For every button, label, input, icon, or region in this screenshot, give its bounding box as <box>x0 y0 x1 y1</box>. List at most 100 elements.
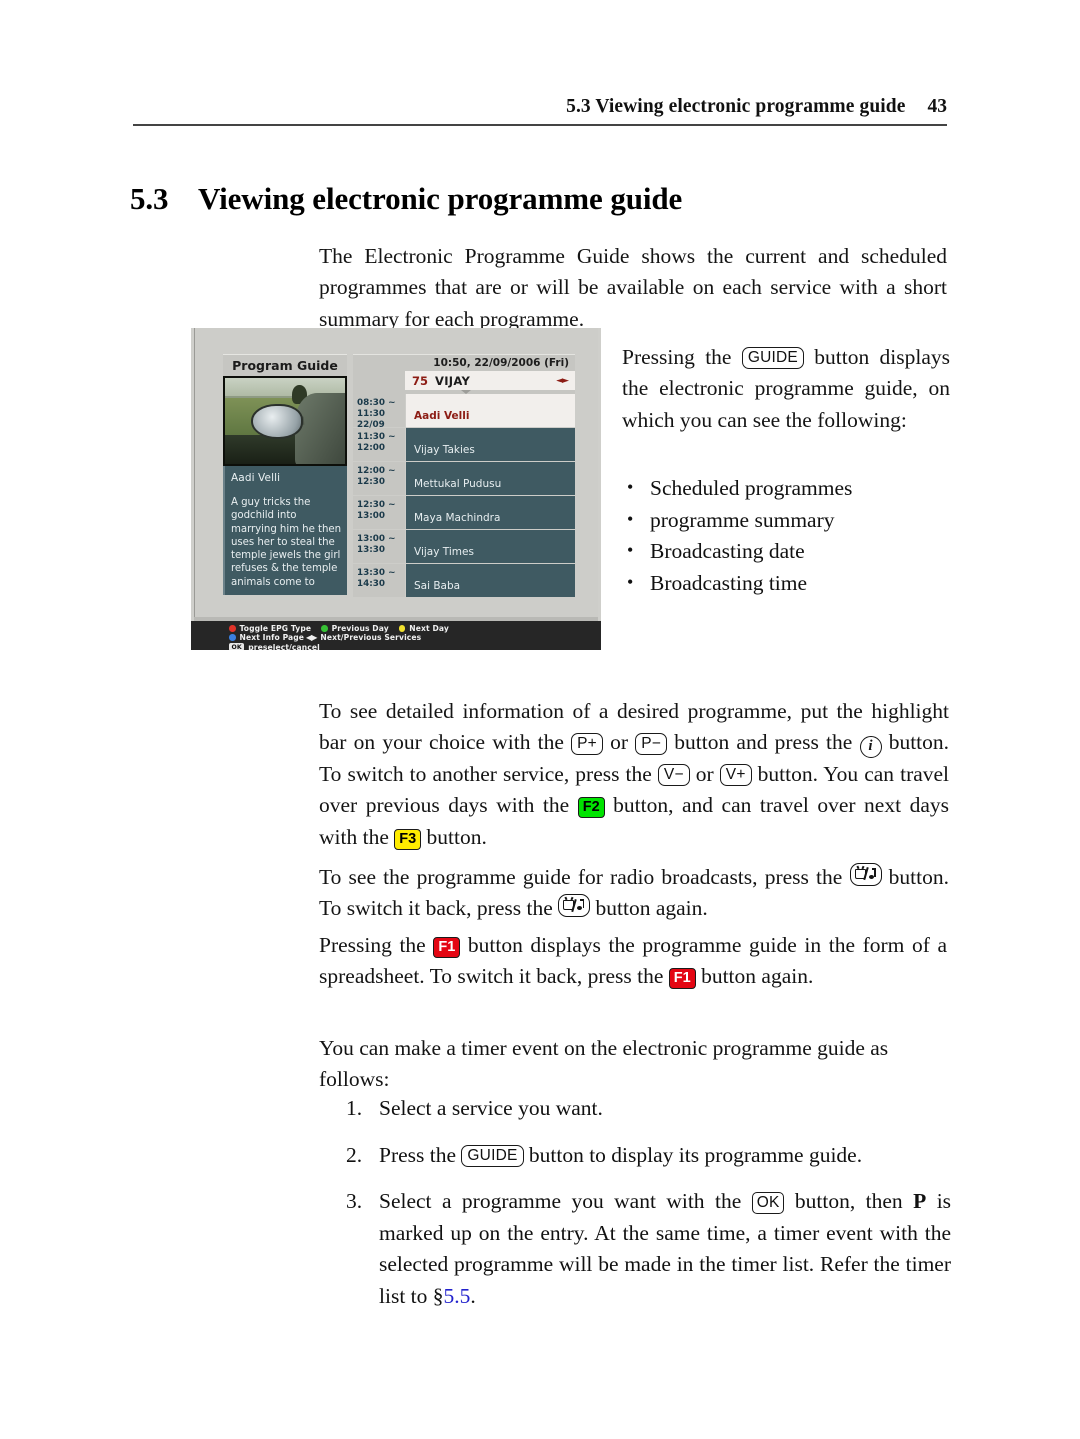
guide-key: GUIDE <box>741 347 804 369</box>
epg-row-time-range: 12:00 ~ 12:30 <box>357 466 396 487</box>
epg-row-time-range: 08:30 ~ 11:30 <box>357 398 396 419</box>
epg-row-time: 12:30 ~ 13:00 <box>353 496 406 529</box>
epg-row-title: Mettukal Pudusu <box>406 462 575 495</box>
help-toggle-epg-type: Toggle EPG Type <box>239 623 312 633</box>
page-number: 43 <box>927 96 948 117</box>
list-item: programme summary <box>622 504 952 537</box>
help-next-previous-services: Next/Previous Services <box>320 633 422 643</box>
feature-bullet-list: Scheduled programmes programme summary B… <box>622 472 952 599</box>
help-preselect-cancel: preselect/cancel <box>248 642 320 650</box>
table-row[interactable]: 08:30 ~ 11:30 22/09 (Fri) Aadi Velli <box>353 394 575 441</box>
red-dot-icon <box>229 625 236 632</box>
epg-help-bar: Toggle EPG Type Previous Day Next Day Ne… <box>191 621 601 650</box>
summary-description: A guy tricks the godchild into marrying … <box>231 497 341 588</box>
epg-channel-name: VIJAY <box>435 373 471 388</box>
f1-key: F1 <box>433 936 461 958</box>
info-icon: i <box>859 736 882 758</box>
table-row[interactable]: 12:00 ~ 12:30 Mettukal Pudusu <box>353 462 575 496</box>
timer-steps-list: 1. Select a service you want. 2. Press t… <box>346 1093 951 1312</box>
ok-key: OK <box>751 1191 785 1214</box>
table-row[interactable]: 13:30 ~ 14:30 Sai Baba <box>353 564 575 598</box>
guide-paragraph: Pressing the GUIDE button displays the e… <box>622 342 950 437</box>
epg-row-time: 13:30 ~ 14:30 <box>353 564 406 597</box>
tv-radio-toggle-icon <box>558 894 591 917</box>
thumbnail-car-body <box>294 393 345 464</box>
table-row[interactable]: 11:30 ~ 12:00 Vijay Takies <box>353 428 575 462</box>
radio-paragraph: To see the programme guide for radio bro… <box>319 862 949 925</box>
epg-programme-summary: Aadi Velli A guy tricks the godchild int… <box>223 466 347 596</box>
page-title: 5.3 Viewing electronic programme guide <box>130 181 960 217</box>
epg-row-time-range: 12:30 ~ 13:00 <box>357 500 396 521</box>
epg-row-title: Vijay Takies <box>406 428 575 461</box>
p-plus-key: P+ <box>571 732 603 755</box>
f3-key: F3 <box>394 828 422 850</box>
yellow-dot-icon <box>398 625 406 632</box>
help-next-day: Next Day <box>409 623 449 633</box>
v-plus-key: V+ <box>719 764 752 786</box>
timer-paragraph: You can make a timer event on the electr… <box>319 1035 889 1092</box>
list-item: 1. Select a service you want. <box>346 1093 951 1125</box>
epg-video-thumbnail <box>223 376 347 466</box>
epg-row-title: Vijay Times <box>406 530 575 563</box>
step-index: 1. <box>346 1096 363 1120</box>
f1-paragraph: Pressing the F1 button displays the prog… <box>319 930 947 993</box>
step-text-4: . <box>470 1283 476 1308</box>
step-index: 3. <box>346 1189 363 1213</box>
step-text-2: button to display its programme guide. <box>528 1142 863 1167</box>
list-item: 2. Press the GUIDE button to display its… <box>346 1140 951 1172</box>
epg-programme-list: 08:30 ~ 11:30 22/09 (Fri) Aadi Velli 11:… <box>353 394 575 598</box>
epg-selector-notch <box>353 390 575 394</box>
help-line-1: Toggle EPG Type Previous Day Next Day <box>229 624 601 633</box>
detail-paragraph: To see detailed information of a desired… <box>319 696 949 854</box>
intro-paragraph: The Electronic Programme Guide shows the… <box>319 243 947 331</box>
step-text-1: Select a programme you want with the <box>379 1189 742 1213</box>
f1-text-1: Pressing the <box>319 932 426 957</box>
step-text: Select a service you want. <box>379 1096 603 1120</box>
list-item: 3. Select a programme you want with the … <box>346 1186 951 1312</box>
table-row[interactable]: 13:00 ~ 13:30 Vijay Times <box>353 530 575 564</box>
epg-panel-title: Program Guide <box>223 354 347 376</box>
epg-screenshot-figure: Program Guide Aadi Velli A guy tricks th… <box>191 328 601 650</box>
v-minus-key: V− <box>657 764 690 786</box>
detail-text-1: To see detailed information of a desired… <box>319 698 949 755</box>
thumbnail-side-mirror <box>251 403 304 439</box>
epg-osd-panel: Program Guide Aadi Velli A guy tricks th… <box>194 328 598 621</box>
step-index: 2. <box>346 1142 363 1167</box>
epg-left-column: Program Guide Aadi Velli A guy tricks th… <box>223 354 347 596</box>
step-text-1: Press the <box>379 1142 457 1167</box>
epg-channel-bar[interactable]: 75 VIJAY ◄► <box>353 371 575 390</box>
left-right-arrows-icon[interactable]: ◄► <box>556 376 569 386</box>
f1-key: F1 <box>668 968 696 989</box>
epg-row-time: 13:00 ~ 13:30 <box>353 530 406 563</box>
p-marker: P <box>913 1189 927 1213</box>
epg-channel-number: 75 <box>411 373 428 388</box>
p-minus-key: P− <box>635 732 668 755</box>
green-dot-icon <box>321 625 328 632</box>
radio-text-3: button again. <box>595 896 708 920</box>
epg-row-time: 08:30 ~ 11:30 22/09 (Fri) <box>353 394 406 441</box>
detail-or-1: or <box>610 730 629 754</box>
table-row[interactable]: 12:30 ~ 13:00 Maya Machindra <box>353 496 575 530</box>
epg-row-time-range: 13:30 ~ 14:30 <box>357 568 396 589</box>
epg-row-title: Aadi Velli <box>406 394 575 427</box>
summary-programme-name: Aadi Velli <box>231 472 281 484</box>
section-link[interactable]: 5.5 <box>444 1284 471 1308</box>
help-previous-day: Previous Day <box>331 623 389 633</box>
epg-row-title: Sai Baba <box>406 564 575 597</box>
detail-or-2: or <box>695 761 714 786</box>
epg-row-time-range: 13:00 ~ 13:30 <box>357 534 396 555</box>
running-head-text: 5.3 Viewing electronic programme guide <box>566 96 906 117</box>
header-divider <box>133 124 947 126</box>
help-line-3: OK preselect/cancel <box>229 643 601 650</box>
blue-dot-icon <box>229 634 236 641</box>
epg-row-title: Maya Machindra <box>406 496 575 529</box>
ok-key-icon: OK <box>229 643 245 650</box>
help-line-2: Next Info Page ◀▶ Next/Previous Services <box>229 633 601 642</box>
epg-right-column: 10:50, 22/09/2006 (Fri) 75 VIJAY ◄► 08:3… <box>353 354 575 598</box>
detail-text-6: button. <box>426 824 487 849</box>
epg-row-time: 12:00 ~ 12:30 <box>353 462 406 495</box>
radio-text-1: To see the programme guide for radio bro… <box>319 864 843 889</box>
running-header: 5.3 Viewing electronic programme guide 43 <box>133 96 947 118</box>
list-item: Scheduled programmes <box>622 472 952 505</box>
detail-text-2: button and press the <box>674 730 853 754</box>
